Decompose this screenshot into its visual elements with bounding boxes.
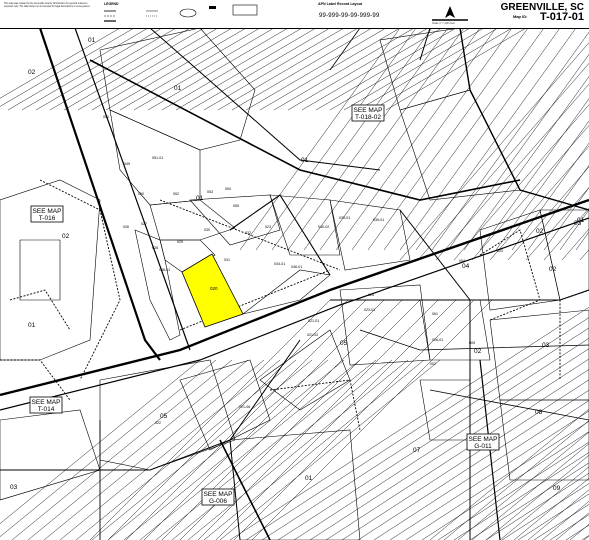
- map-page: 020 01 02 01 01 01 02 03 01 02 05 05 01 07 04 02 03 08 09…: [0, 0, 589, 540]
- parcel-number: 051: [103, 115, 109, 119]
- see-map-id: T-018-02: [355, 114, 381, 121]
- parcel-number: 024: [368, 293, 374, 297]
- block-number: 04: [462, 263, 470, 270]
- highlighted-parcel-label: 020: [210, 286, 218, 291]
- parcel-number: 051-01: [152, 156, 163, 160]
- see-map-title: SEE MAP: [469, 436, 498, 443]
- parcel-number: 039-01: [373, 218, 384, 222]
- apn-layout-title: APN Label Record Layout: [318, 2, 363, 6]
- apn-format: 99-999-99-99-999-99: [319, 13, 380, 19]
- parcel-number: 021-02: [307, 333, 318, 337]
- legend-box: [209, 4, 258, 16]
- parcel-number: 055: [233, 204, 239, 208]
- block-number: 02: [62, 233, 70, 240]
- block-number: 02: [474, 348, 482, 355]
- parcel-number: 026-01: [432, 338, 443, 342]
- parcel-number: 028: [152, 246, 158, 250]
- parcel-number: 035-01: [339, 216, 350, 220]
- block-number: 02: [549, 266, 557, 273]
- block-number: 02: [536, 228, 544, 235]
- parcel-number: 040-02: [318, 225, 329, 229]
- see-map-title: SEE MAP: [33, 208, 62, 215]
- map-id: T-017-01: [539, 11, 584, 23]
- parcel-number: 004: [459, 259, 465, 263]
- see-map-link[interactable]: SEE MAPT-016: [30, 205, 64, 223]
- parcel-number: 002: [430, 362, 436, 366]
- see-map-title: SEE MAP: [32, 399, 61, 406]
- block-number: 01: [301, 157, 309, 164]
- block-number: 05: [160, 413, 168, 420]
- see-map-id: T-016: [39, 215, 56, 222]
- parcel-number: 029: [177, 240, 183, 244]
- parcel-number: 048-01: [159, 268, 170, 272]
- parcel-number: 032: [245, 231, 251, 235]
- legend-symbols: [104, 8, 197, 22]
- see-map-link[interactable]: SEE MAPG-006: [201, 488, 235, 506]
- parcel-number: 030: [204, 228, 210, 232]
- block-number: 03: [542, 342, 550, 349]
- block-number: 09: [553, 485, 561, 492]
- parcel-number: 049: [124, 162, 130, 166]
- parcel-number: 050: [138, 192, 144, 196]
- parcel-number: 021-01: [308, 319, 319, 323]
- block-number: 05: [340, 340, 348, 347]
- parcel-number: 027: [141, 222, 147, 226]
- block-number: 01: [174, 85, 182, 92]
- legend-title: LEGEND: [104, 2, 119, 6]
- parcel-number: 031: [224, 258, 230, 262]
- see-map-title: SEE MAP: [354, 107, 383, 114]
- parcel-map[interactable]: 020 01 02 01 01 01 02 03 01 02 05 05 01 07 04 02 03 08 09…: [0, 0, 589, 540]
- map-header: This map was created by the Greenville C…: [0, 0, 589, 29]
- parcel-number: 021-06: [239, 405, 250, 409]
- parcel-number: 005: [469, 341, 475, 345]
- block-number: 02: [28, 69, 36, 76]
- block-number: 01: [88, 37, 96, 44]
- parcel-number: 046-01: [291, 265, 302, 269]
- parcel-number: 052: [173, 192, 179, 196]
- block-number: 08: [535, 409, 543, 416]
- see-map-link[interactable]: SEE MAPT-018-02: [351, 104, 385, 122]
- see-map-link[interactable]: SEE MAPG-011: [466, 433, 500, 451]
- see-map-id: G-006: [209, 498, 227, 505]
- parcel-number: 061: [432, 312, 438, 316]
- parcel-number: 023: [265, 225, 271, 229]
- parcel-boundaries: [0, 28, 589, 540]
- scale-text: Scale 1" = 200 Feet: [432, 22, 455, 25]
- parcel-number: 023-01: [364, 308, 375, 312]
- parcel-number: 026: [123, 225, 129, 229]
- disclaimer-text: This map was created by the Greenville C…: [4, 3, 91, 8]
- parcel-number: 053: [207, 190, 213, 194]
- block-number: 01: [577, 217, 585, 224]
- see-map-id: G-011: [474, 443, 492, 450]
- north-arrow-icon: [432, 6, 468, 21]
- block-number: 03: [10, 484, 18, 491]
- block-number: 01: [305, 475, 313, 482]
- see-map-id: T-014: [38, 406, 55, 413]
- block-number: 01: [28, 322, 36, 329]
- map-id-label: Map ID:: [513, 14, 528, 19]
- parcel-number: 022: [155, 421, 161, 425]
- parcel-number: 034-01: [274, 262, 285, 266]
- see-map-title: SEE MAP: [204, 491, 233, 498]
- parcel-number: 054: [225, 187, 231, 191]
- see-map-link[interactable]: SEE MAPT-014: [29, 396, 63, 414]
- block-number: 07: [413, 447, 421, 454]
- block-number: 01: [196, 195, 204, 202]
- parcel-number: 003: [497, 249, 503, 253]
